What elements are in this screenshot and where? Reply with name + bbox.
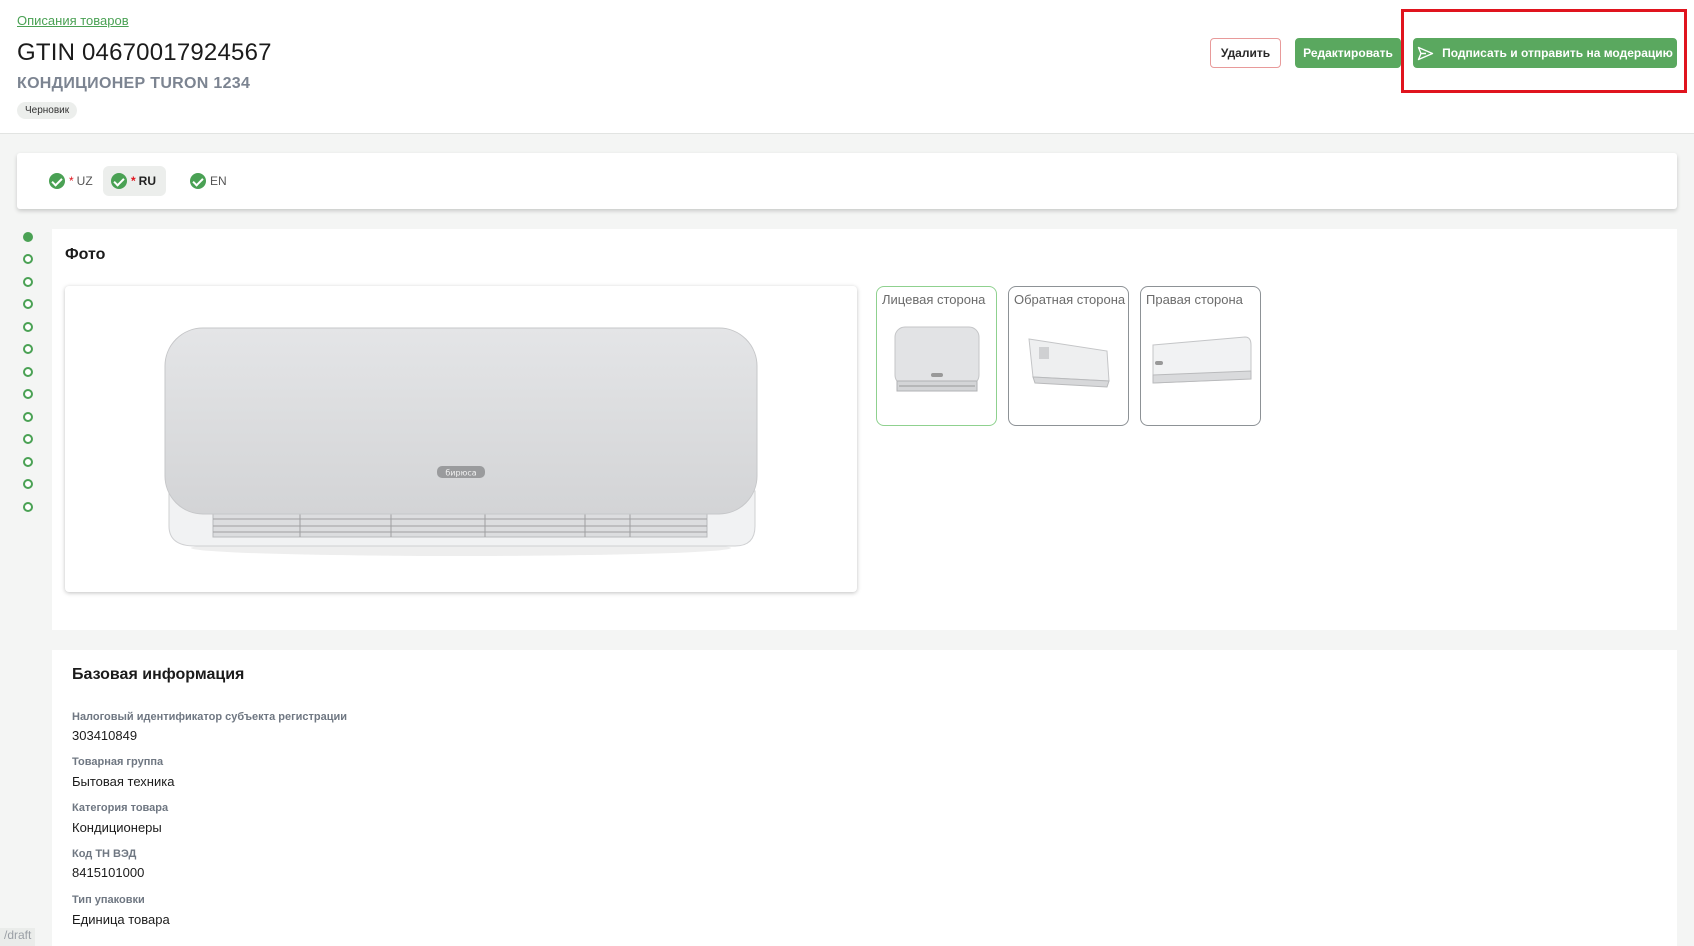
sign-button-label: Подписать и отправить на модерацию [1442, 46, 1673, 60]
thumbnail-front-image [894, 326, 980, 392]
thumbnail-label: Лицевая сторона [882, 292, 986, 307]
progress-dot[interactable] [23, 479, 33, 489]
check-circle-icon [111, 173, 127, 189]
field-value-category: Кондиционеры [72, 820, 162, 835]
tab-lang-en[interactable]: EN [182, 166, 237, 196]
section-title-photo: Фото [65, 246, 106, 263]
progress-dot[interactable] [23, 322, 33, 332]
field-label-category: Категория товара [72, 802, 169, 814]
field-label-product-group: Товарная группа [72, 756, 164, 768]
progress-dot[interactable] [23, 232, 33, 242]
progress-dot[interactable] [23, 502, 33, 512]
tab-lang-ru[interactable]: * RU [103, 166, 167, 196]
field-label-package-type: Тип упаковки [72, 894, 145, 906]
language-tabs: * UZ * RU EN [17, 153, 1677, 209]
field-value-package-type: Единица товара [72, 912, 170, 927]
thumbnail-label: Правая сторона [1146, 292, 1243, 307]
field-value-tax-id: 303410849 [72, 728, 138, 743]
progress-dot[interactable] [23, 367, 33, 377]
progress-dot[interactable] [23, 389, 33, 399]
check-circle-icon [190, 173, 206, 189]
section-progress-nav [19, 230, 37, 520]
progress-dot[interactable] [23, 254, 33, 264]
main-product-photo[interactable]: бирюса [65, 286, 857, 592]
progress-dot[interactable] [23, 457, 33, 467]
check-circle-icon [49, 173, 65, 189]
send-icon [1417, 46, 1434, 60]
route-hint: /draft [0, 928, 36, 946]
status-badge: Черновик [17, 102, 78, 119]
progress-dot[interactable] [23, 434, 33, 444]
page-title: GTIN 04670017924567 [17, 39, 272, 66]
delete-button[interactable]: Удалить [1210, 38, 1281, 68]
tab-lang-label: UZ [76, 174, 93, 188]
basic-info-section: Базовая информация Налоговый идентификат… [52, 650, 1677, 946]
tab-lang-label: RU [138, 174, 157, 188]
progress-dot[interactable] [23, 299, 33, 309]
thumbnail-back[interactable]: Обратная сторона [1008, 286, 1129, 426]
tab-lang-uz[interactable]: * UZ [41, 166, 103, 196]
progress-dot[interactable] [23, 344, 33, 354]
progress-dot[interactable] [23, 412, 33, 422]
breadcrumb-product-descriptions[interactable]: Описания товаров [17, 13, 129, 28]
progress-dot[interactable] [23, 277, 33, 287]
sign-and-submit-button[interactable]: Подписать и отправить на модерацию [1413, 38, 1677, 68]
photo-section: Фото бирюса Лицевая сторона Обратная сто… [52, 229, 1677, 630]
thumbnail-label: Обратная сторона [1014, 292, 1126, 307]
field-value-hs-code: 8415101000 [72, 865, 145, 880]
section-title-basic-info: Базовая информация [72, 666, 245, 683]
required-asterisk: * [69, 174, 74, 188]
air-conditioner-image: бирюса [164, 327, 758, 556]
field-label-tax-id: Налоговый идентификатор субъекта регистр… [72, 711, 348, 723]
thumbnail-right[interactable]: Правая сторона [1140, 286, 1261, 426]
thumbnail-front[interactable]: Лицевая сторона [876, 286, 997, 426]
required-asterisk: * [131, 174, 136, 188]
brand-logo-text: бирюса [445, 469, 476, 478]
edit-button[interactable]: Редактировать [1295, 38, 1401, 68]
page-header: Описания товаров GTIN 04670017924567 КОН… [0, 0, 1694, 134]
field-value-product-group: Бытовая техника [72, 774, 175, 789]
thumbnail-right-image [1152, 336, 1252, 384]
field-label-hs-code: Код ТН ВЭД [72, 848, 137, 860]
thumbnail-back-image [1028, 338, 1110, 388]
tab-lang-label: EN [210, 174, 227, 188]
product-name: КОНДИЦИОНЕР TURON 1234 [17, 75, 251, 92]
